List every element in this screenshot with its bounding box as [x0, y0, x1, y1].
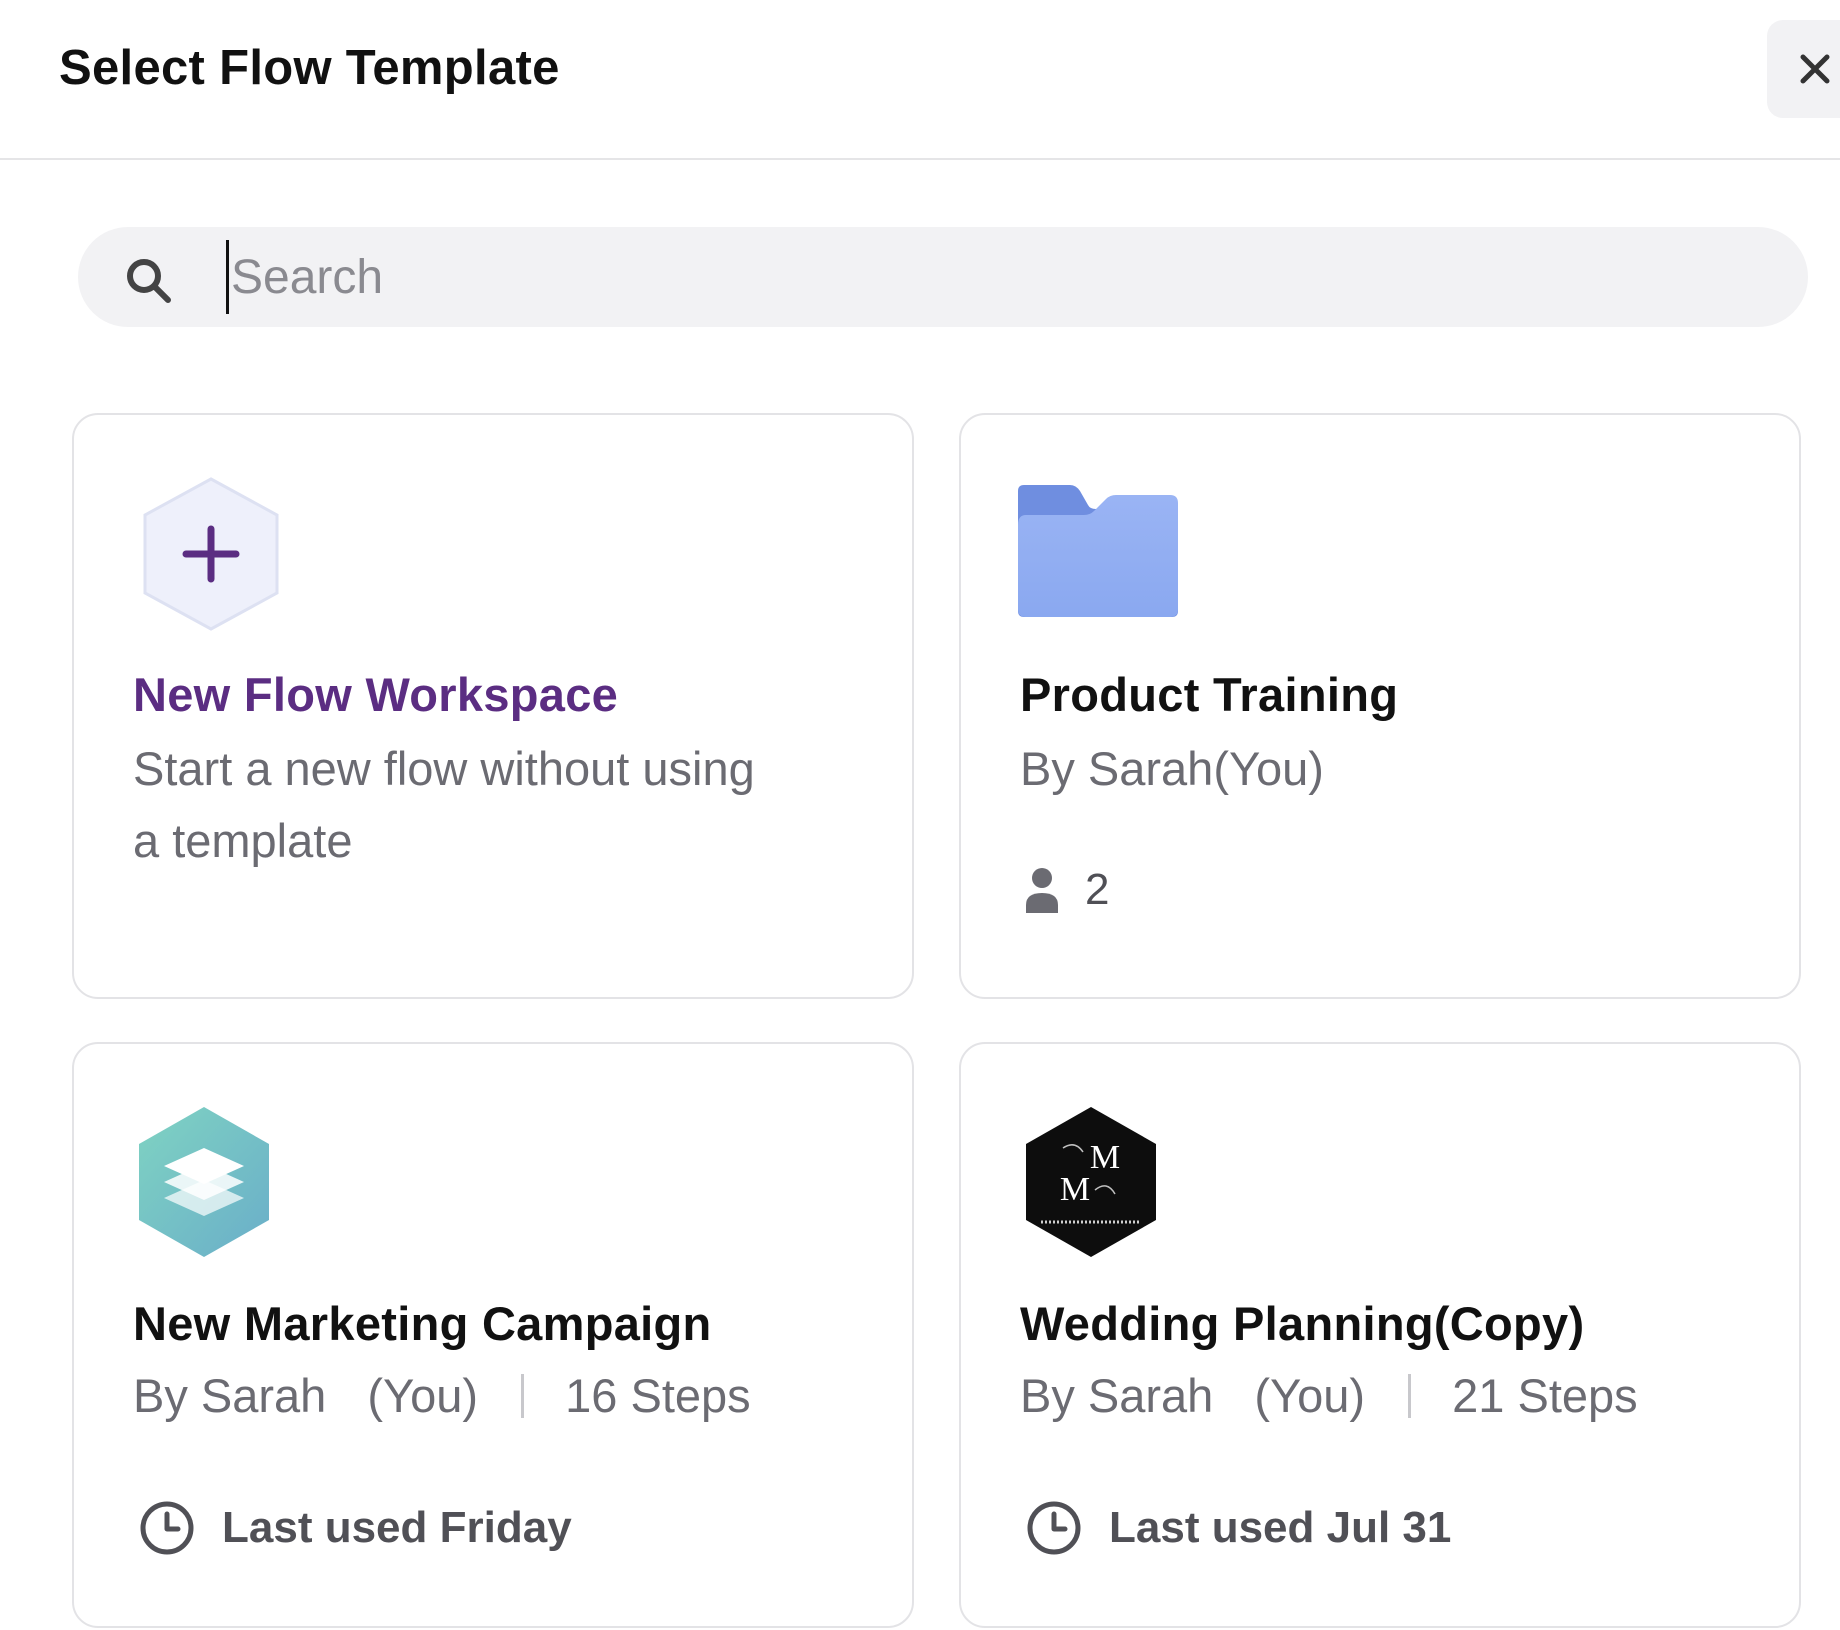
search-icon: [127, 259, 171, 303]
step-count: 21 Steps: [1452, 1369, 1638, 1422]
separator: [521, 1374, 525, 1418]
step-count: 16 Steps: [565, 1369, 751, 1422]
search-input[interactable]: [226, 240, 1771, 314]
members-number: 2: [1085, 865, 1110, 914]
card-title: Product Training: [1020, 668, 1399, 721]
members-count: 2: [1025, 865, 1109, 915]
person-icon: [1026, 868, 1058, 913]
folder-icon: [1018, 485, 1178, 617]
close-icon: [1800, 54, 1830, 84]
card-author-line: By Sarah (You) 16 Steps: [133, 1360, 751, 1432]
clock-icon: [1027, 1501, 1081, 1555]
card-title: New Marketing Campaign: [133, 1297, 712, 1350]
author-you: (You): [367, 1369, 479, 1422]
last-used-text: Last used Friday: [222, 1503, 572, 1552]
author-name: By Sarah: [1020, 1369, 1214, 1422]
clock-icon: [140, 1501, 194, 1555]
last-used: Last used Friday: [138, 1499, 572, 1557]
card-title: Wedding Planning(Copy): [1020, 1297, 1585, 1350]
last-used-text: Last used Jul 31: [1109, 1503, 1452, 1552]
new-marketing-campaign-card[interactable]: New Marketing Campaign By Sarah (You) 16…: [72, 1042, 914, 1628]
card-description-line-2: a template: [133, 814, 353, 867]
product-training-card[interactable]: Product Training By Sarah(You) 2: [959, 413, 1801, 999]
close-button[interactable]: [1767, 20, 1840, 118]
select-flow-template-dialog: Select Flow Template New Flow Workspace …: [0, 0, 1840, 1630]
wedding-planning-copy-card[interactable]: M M Wedding Planning(Copy) By Sarah (You…: [959, 1042, 1801, 1628]
card-title: New Flow Workspace: [133, 668, 619, 721]
card-author: By Sarah(You): [1020, 742, 1324, 795]
logo-letter-bottom: M: [1060, 1171, 1090, 1208]
logo-letter-top: M: [1090, 1139, 1120, 1176]
plus-hexagon-icon: [143, 477, 279, 631]
author-name: By Sarah: [133, 1369, 327, 1422]
separator: [1408, 1374, 1412, 1418]
dialog-title: Select Flow Template: [59, 41, 560, 95]
new-flow-workspace-card[interactable]: New Flow Workspace Start a new flow with…: [72, 413, 914, 999]
card-author-line: By Sarah (You) 21 Steps: [1020, 1360, 1638, 1432]
monogram-hexagon-logo: M M: [1026, 1107, 1156, 1257]
last-used: Last used Jul 31: [1025, 1499, 1451, 1557]
author-you: (You): [1254, 1369, 1366, 1422]
layers-hexagon-icon: [139, 1107, 269, 1257]
card-description-line-1: Start a new flow without using: [133, 742, 755, 795]
dialog-header: Select Flow Template: [0, 0, 1840, 160]
